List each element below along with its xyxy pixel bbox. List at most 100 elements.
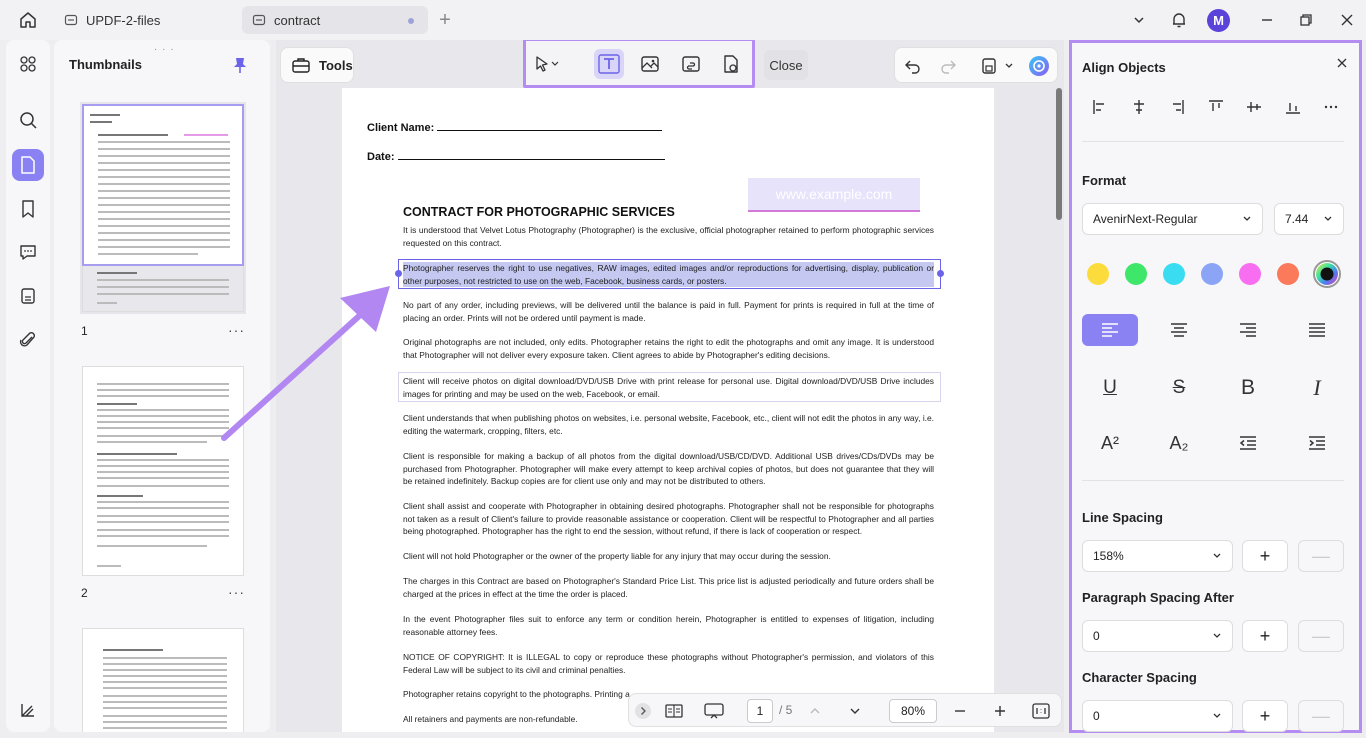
thumbnail-more-button[interactable]: ··· (228, 584, 245, 600)
stamp-button[interactable] (12, 280, 44, 312)
thumbnail-more-button[interactable]: ··· (228, 322, 245, 338)
tools-button[interactable]: Tools (280, 47, 354, 83)
next-page-button[interactable] (843, 699, 867, 723)
home-button[interactable] (14, 8, 42, 32)
actual-size-button[interactable] (1029, 699, 1053, 723)
paragraph-spacing-dropdown[interactable]: 0 (1082, 620, 1233, 652)
align-left-button[interactable] (1088, 95, 1112, 119)
decrease-indent-button[interactable] (1220, 427, 1276, 459)
align-center-horizontal-button[interactable] (1127, 95, 1151, 119)
paragraph[interactable]: Client shall assist and cooperate with P… (403, 500, 934, 538)
maximize-button[interactable] (1294, 8, 1318, 32)
paragraph[interactable]: No part of any order, including previews… (403, 299, 934, 324)
close-edit-button[interactable]: Close (764, 50, 808, 80)
apps-button[interactable] (12, 48, 44, 80)
client-name-field[interactable]: Client Name: (367, 122, 663, 134)
paragraph[interactable]: Client will receive photos on digital do… (403, 375, 934, 400)
close-window-button[interactable] (1335, 8, 1359, 32)
presentation-button[interactable] (702, 699, 726, 723)
align-center-vertical-button[interactable] (1242, 95, 1266, 119)
attachments-button[interactable] (12, 324, 44, 356)
zoom-out-button[interactable] (948, 699, 972, 723)
paragraph[interactable]: Client is responsible for making a backu… (403, 450, 934, 488)
collapse-bar-button[interactable] (631, 699, 655, 723)
align-right-button[interactable] (1165, 95, 1189, 119)
strikethrough-button[interactable]: S (1151, 372, 1207, 404)
minimize-button[interactable] (1255, 8, 1279, 32)
font-size-dropdown[interactable]: 7.44 (1274, 203, 1344, 235)
resize-handle-right[interactable] (937, 270, 944, 277)
edit-link-button[interactable] (676, 49, 706, 79)
close-panel-button[interactable] (1334, 55, 1350, 71)
color-swatch-blue[interactable] (1201, 263, 1223, 285)
avatar[interactable]: M (1207, 9, 1230, 32)
notifications-button[interactable] (1167, 8, 1191, 32)
subscript-button[interactable]: A₂ (1151, 427, 1207, 459)
edit-image-button[interactable] (635, 49, 665, 79)
thumbnail-page-2[interactable] (82, 366, 244, 576)
search-button[interactable] (12, 104, 44, 136)
select-tool-button[interactable] (532, 49, 562, 79)
paragraph[interactable]: Client understands that when publishing … (403, 412, 934, 437)
edit-text-button[interactable] (594, 49, 624, 79)
thumbnails-button[interactable] (12, 149, 44, 181)
increase-indent-button[interactable] (1289, 427, 1345, 459)
paragraph-spacing-decrease-button[interactable]: — (1298, 620, 1344, 652)
character-spacing-increase-button[interactable]: + (1242, 700, 1288, 732)
paragraph[interactable]: In the event Photographer files suit to … (403, 613, 934, 638)
color-swatch-pink[interactable] (1239, 263, 1261, 285)
character-spacing-decrease-button[interactable]: — (1298, 700, 1344, 732)
tab-contract[interactable]: contract (242, 6, 428, 34)
character-spacing-dropdown[interactable]: 0 (1082, 700, 1233, 732)
vertical-scrollbar[interactable] (1056, 88, 1062, 220)
panel-grip[interactable]: · · · (154, 44, 175, 55)
color-swatch-yellow[interactable] (1087, 263, 1109, 285)
bookmarks-button[interactable] (12, 193, 44, 225)
zoom-in-button[interactable] (988, 699, 1012, 723)
paragraph[interactable]: Client will not hold Photographer or the… (403, 550, 934, 563)
italic-button[interactable]: I (1289, 372, 1345, 404)
layers-button[interactable] (12, 694, 44, 726)
thumbnail-page-3[interactable] (82, 628, 244, 732)
paragraph[interactable]: Original photographs are not included, o… (403, 336, 934, 361)
text-align-left-button[interactable] (1082, 314, 1138, 346)
undo-button[interactable] (901, 54, 925, 78)
contract-heading[interactable]: CONTRACT FOR PHOTOGRAPHIC SERVICES (403, 205, 675, 219)
color-swatch-green[interactable] (1125, 263, 1147, 285)
tabs-dropdown-button[interactable] (1127, 8, 1151, 32)
text-align-justify-button[interactable] (1289, 314, 1345, 346)
paragraph[interactable]: NOTICE OF COPYRIGHT: It is ILLEGAL to co… (403, 651, 934, 676)
page-number-input[interactable]: 1 (747, 699, 773, 723)
paragraph[interactable]: The charges in this Contract are based o… (403, 575, 934, 600)
color-swatch-cyan[interactable] (1163, 263, 1185, 285)
more-align-options-button[interactable] (1319, 95, 1343, 119)
color-picker-button[interactable] (1313, 260, 1341, 288)
redo-button[interactable] (936, 54, 960, 78)
paragraph-spacing-increase-button[interactable]: + (1242, 620, 1288, 652)
color-swatch-orange[interactable] (1277, 263, 1299, 285)
line-spacing-decrease-button[interactable]: — (1298, 540, 1344, 572)
tab-updf-2-files[interactable]: UPDF-2-files (54, 6, 236, 34)
pin-button[interactable] (232, 56, 248, 74)
superscript-button[interactable]: A² (1082, 427, 1138, 459)
resize-handle-left[interactable] (395, 270, 402, 277)
font-family-dropdown[interactable]: AvenirNext-Regular (1082, 203, 1263, 235)
text-align-right-button[interactable] (1220, 314, 1276, 346)
comments-button[interactable] (12, 236, 44, 268)
watermark[interactable]: www.example.com (748, 178, 920, 212)
date-field[interactable]: Date: (367, 151, 665, 163)
page-layout-button[interactable] (662, 699, 686, 723)
line-spacing-dropdown[interactable]: 158% (1082, 540, 1233, 572)
save-options-button[interactable] (1001, 54, 1017, 78)
align-bottom-button[interactable] (1281, 95, 1305, 119)
new-tab-button[interactable]: + (434, 8, 456, 32)
line-spacing-increase-button[interactable]: + (1242, 540, 1288, 572)
text-align-center-button[interactable] (1151, 314, 1207, 346)
ai-assistant-button[interactable] (1027, 54, 1051, 78)
bold-button[interactable]: B (1220, 372, 1276, 404)
underline-button[interactable]: U (1082, 372, 1138, 404)
add-object-button[interactable] (716, 49, 746, 79)
save-button[interactable] (977, 54, 1001, 78)
paragraph[interactable]: It is understood that Velvet Lotus Photo… (403, 224, 934, 249)
thumbnail-page-1[interactable] (82, 104, 244, 266)
